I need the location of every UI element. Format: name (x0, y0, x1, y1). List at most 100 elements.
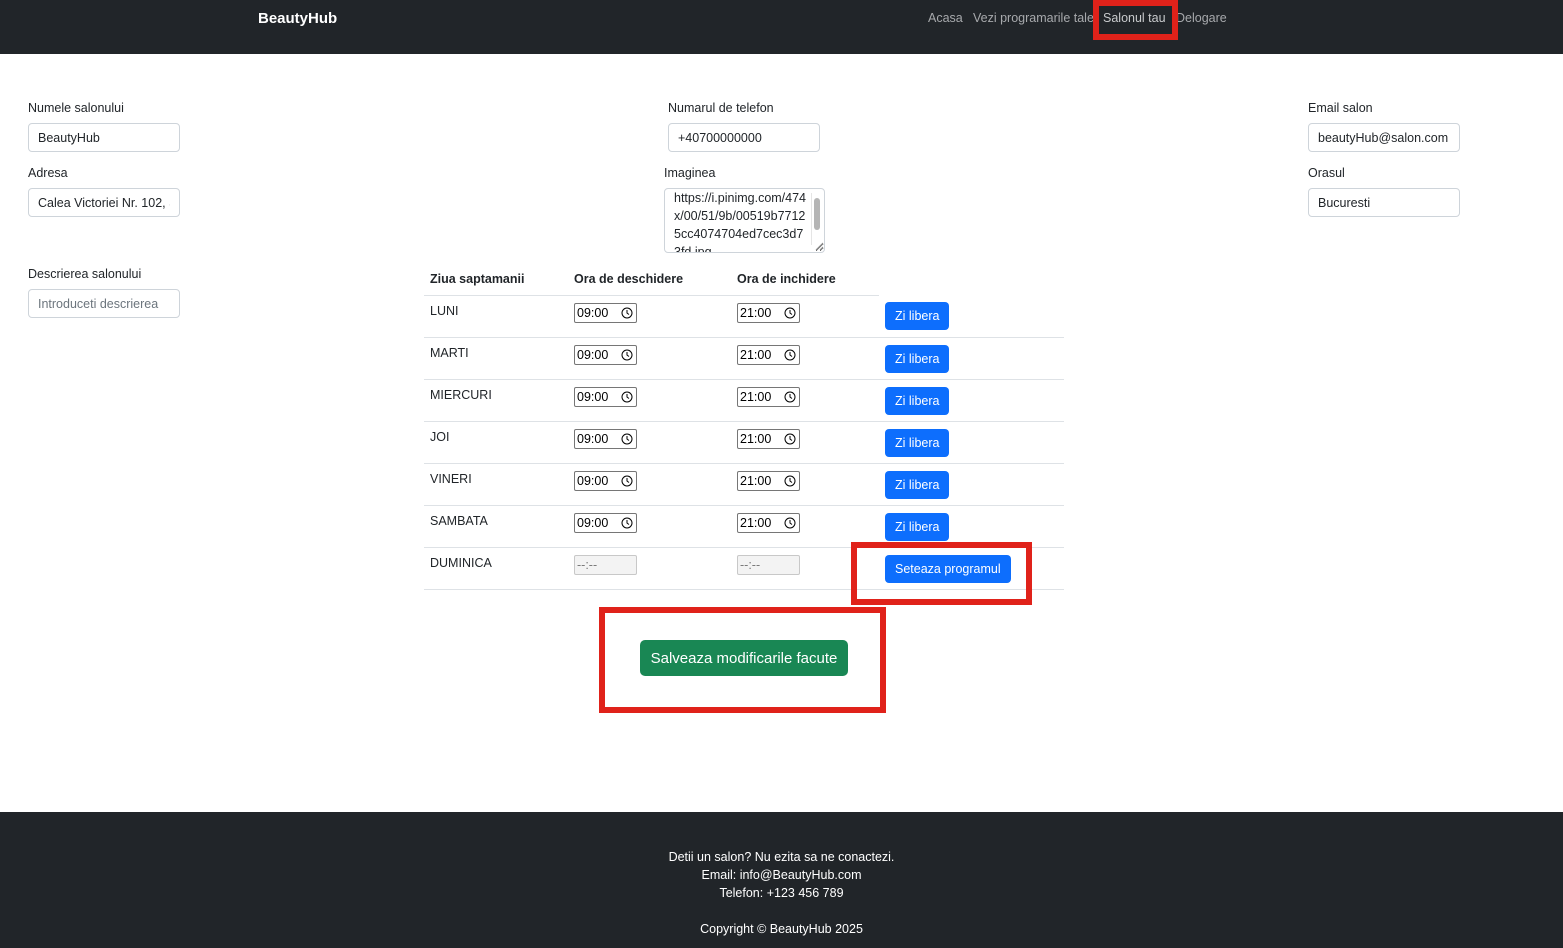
header-day: Ziua saptamanii (424, 264, 568, 296)
open-time-input[interactable]: 09:00 (574, 386, 637, 407)
day-cell: LUNI (424, 295, 568, 338)
phone-input[interactable] (668, 123, 820, 152)
footer: Detii un salon? Nu ezita sa ne conactezi… (0, 812, 1563, 948)
open-time-value: --:-- (577, 557, 598, 572)
close-time-value: 21:00 (740, 473, 772, 488)
address-input[interactable] (28, 188, 180, 217)
close-time-input[interactable]: 21:00 (737, 512, 800, 533)
footer-contact-text: Detii un salon? Nu ezita sa ne conactezi… (668, 850, 895, 864)
close-time-value: 21:00 (740, 347, 772, 362)
close-time-input[interactable]: 21:00 (737, 428, 800, 449)
close-time-cell: 21:00 (731, 463, 879, 506)
footer-phone: Telefon: +123 456 789 (719, 886, 844, 900)
save-changes-button[interactable]: Salveaza modificarile facute (640, 640, 848, 676)
table-row: MARTI 09:00 21:00 Zi libera (424, 337, 1064, 380)
open-time-value: 09:00 (577, 431, 609, 446)
open-time-cell: 09:00 (568, 379, 731, 422)
day-label: JOI (430, 429, 450, 444)
open-time-value: 09:00 (577, 515, 609, 530)
clock-icon[interactable] (784, 517, 796, 529)
clock-icon[interactable] (784, 433, 796, 445)
open-time-input[interactable]: 09:00 (574, 512, 637, 533)
brand-logo[interactable]: BeautyHub (258, 10, 337, 28)
image-textarea[interactable] (664, 188, 825, 253)
clock-icon[interactable] (621, 517, 633, 529)
table-row: VINERI 09:00 21:00 Zi libera (424, 463, 1064, 506)
open-time-value: 09:00 (577, 473, 609, 488)
nav-link-salonul-tau[interactable]: Salonul tau (1103, 10, 1166, 26)
textarea-scrollbar[interactable] (811, 193, 821, 245)
day-label: LUNI (430, 303, 459, 318)
open-time-cell: --:-- (568, 547, 731, 590)
clock-icon[interactable] (621, 391, 633, 403)
open-time-cell: 09:00 (568, 421, 731, 464)
day-off-button[interactable]: Zi libera (885, 470, 950, 499)
day-label: MARTI (430, 345, 469, 360)
clock-icon[interactable] (784, 475, 796, 487)
table-row: LUNI 09:00 21:00 Zi libera (424, 295, 1064, 338)
day-cell: DUMINICA (424, 547, 568, 590)
day-cell: MARTI (424, 337, 568, 380)
action-cell: Zi libera (879, 295, 1064, 338)
clock-icon[interactable] (621, 349, 633, 361)
day-label: SAMBATA (430, 513, 488, 528)
close-time-cell: 21:00 (731, 295, 879, 338)
open-time-input[interactable]: 09:00 (574, 302, 637, 323)
action-cell: Zi libera (879, 421, 1064, 464)
open-time-input[interactable]: --:-- (574, 554, 637, 575)
open-time-input[interactable]: 09:00 (574, 344, 637, 365)
day-off-button[interactable]: Zi libera (885, 386, 950, 415)
close-time-cell: --:-- (731, 547, 879, 590)
address-label: Adresa (28, 166, 68, 180)
action-cell: Zi libera (879, 379, 1064, 422)
salon-name-label: Numele salonului (28, 101, 124, 115)
open-time-cell: 09:00 (568, 295, 731, 338)
nav-link-programari[interactable]: Vezi programarile tale (973, 10, 1094, 26)
schedule-body: LUNI 09:00 21:00 Zi libera MARTI 09:00 21:00 Zi… (424, 295, 1064, 590)
action-cell: Seteaza programul (879, 547, 1064, 590)
resize-grip-icon[interactable] (815, 242, 824, 251)
open-time-cell: 09:00 (568, 505, 731, 548)
close-time-cell: 21:00 (731, 379, 879, 422)
open-time-value: 09:00 (577, 389, 609, 404)
day-label: DUMINICA (430, 555, 492, 570)
clock-icon[interactable] (784, 349, 796, 361)
nav-link-acasa[interactable]: Acasa (928, 10, 963, 26)
day-cell: VINERI (424, 463, 568, 506)
email-input[interactable] (1308, 123, 1460, 152)
clock-icon[interactable] (621, 307, 633, 319)
nav-link-delogare[interactable]: Delogare (1176, 10, 1227, 26)
clock-icon[interactable] (784, 391, 796, 403)
close-time-input[interactable]: 21:00 (737, 386, 800, 407)
textarea-scrollbar-thumb[interactable] (814, 198, 820, 230)
clock-icon[interactable] (784, 307, 796, 319)
phone-label: Numarul de telefon (668, 101, 774, 115)
image-label: Imaginea (664, 166, 716, 180)
close-time-input[interactable]: 21:00 (737, 344, 800, 365)
close-time-input[interactable]: 21:00 (737, 470, 800, 491)
close-time-cell: 21:00 (731, 505, 879, 548)
open-time-value: 09:00 (577, 347, 609, 362)
clock-icon[interactable] (621, 433, 633, 445)
close-time-input[interactable]: 21:00 (737, 302, 800, 323)
description-input[interactable] (28, 289, 180, 318)
city-input[interactable] (1308, 188, 1460, 217)
salon-name-input[interactable] (28, 123, 180, 152)
day-off-button[interactable]: Zi libera (885, 344, 950, 373)
close-time-value: 21:00 (740, 515, 772, 530)
close-time-value: 21:00 (740, 389, 772, 404)
close-time-value: 21:00 (740, 431, 772, 446)
close-time-input[interactable]: --:-- (737, 554, 800, 575)
open-time-value: 09:00 (577, 305, 609, 320)
close-time-value: 21:00 (740, 305, 772, 320)
open-time-input[interactable]: 09:00 (574, 428, 637, 449)
clock-icon[interactable] (621, 475, 633, 487)
day-off-button[interactable]: Zi libera (885, 428, 950, 457)
day-off-button[interactable]: Zi libera (885, 302, 950, 330)
navbar: BeautyHub Acasa Vezi programarile tale S… (0, 0, 1563, 54)
city-label: Orasul (1308, 166, 1345, 180)
day-off-button[interactable]: Zi libera (885, 512, 950, 541)
table-row: SAMBATA 09:00 21:00 Zi libera (424, 505, 1064, 548)
set-schedule-button[interactable]: Seteaza programul (885, 554, 1011, 583)
open-time-input[interactable]: 09:00 (574, 470, 637, 491)
